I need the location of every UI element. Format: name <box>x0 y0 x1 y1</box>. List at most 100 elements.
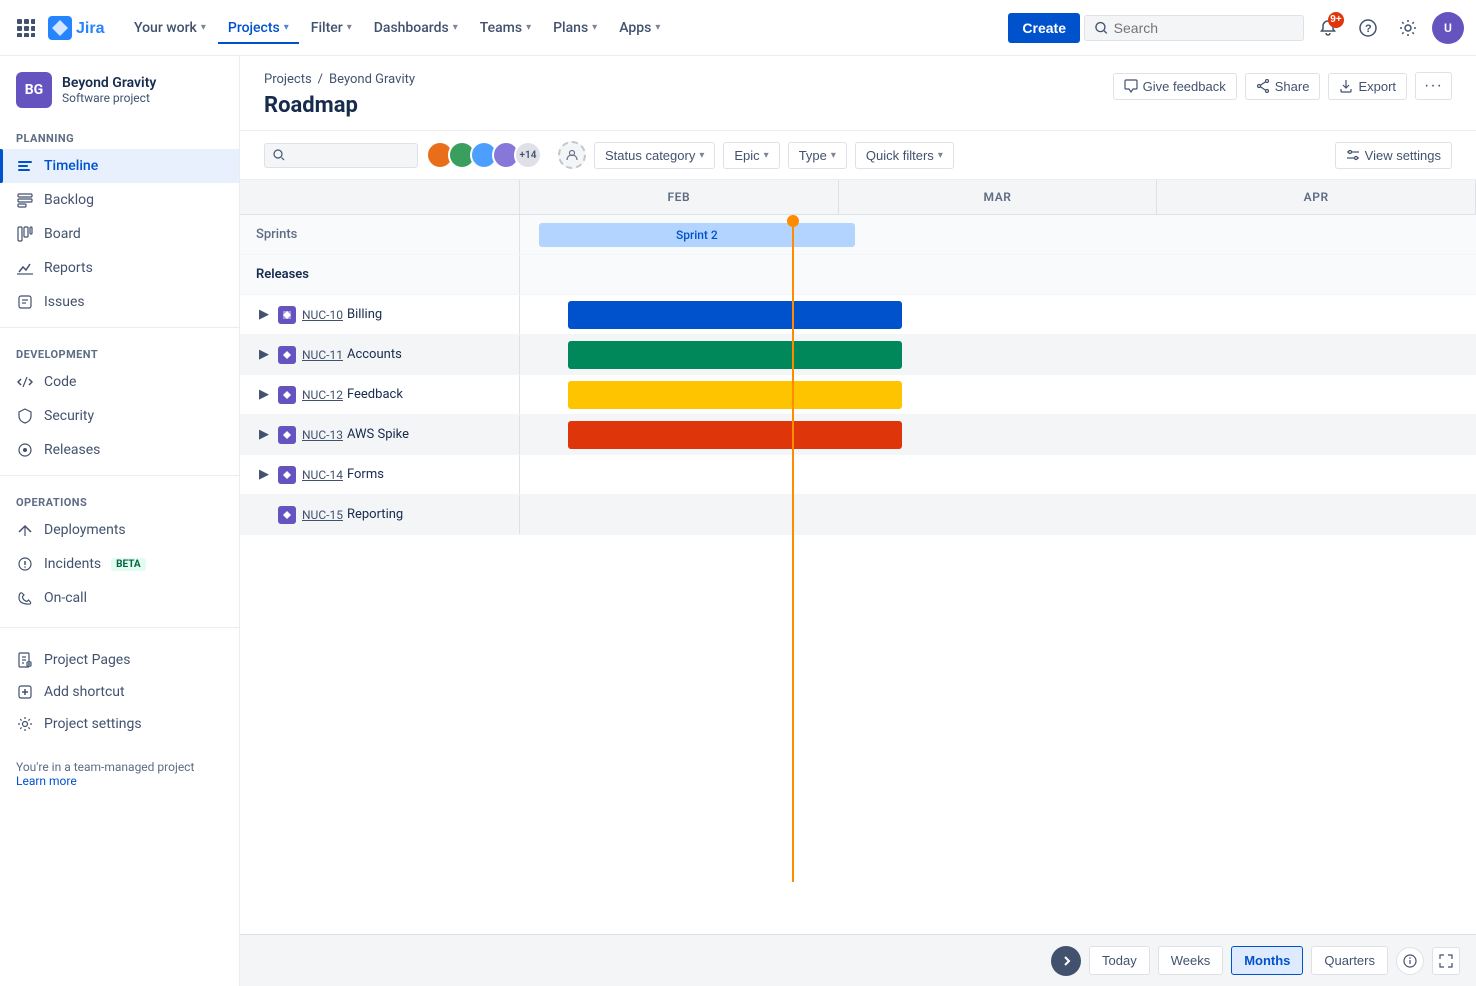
sidebar-item-project-pages[interactable]: Project Pages <box>0 644 239 676</box>
jira-logo[interactable]: Jira <box>48 16 108 40</box>
top-navigation: Jira Your work ▾ Projects ▾ Filter ▾ Das… <box>0 0 1476 56</box>
share-button[interactable]: Share <box>1245 73 1321 100</box>
sidebar-item-board[interactable]: Board <box>0 217 239 251</box>
chevron-down-icon: ▾ <box>764 150 769 161</box>
gantt-bar[interactable] <box>568 341 903 369</box>
sidebar-item-oncall[interactable]: On-call <box>0 581 239 615</box>
months-button[interactable]: Months <box>1231 946 1303 975</box>
project-icon: BG <box>16 72 52 108</box>
breadcrumb-beyond-gravity[interactable]: Beyond Gravity <box>329 72 415 87</box>
nav-prev-button[interactable] <box>1051 946 1081 976</box>
gantt-bar[interactable] <box>568 301 903 329</box>
issue-id[interactable]: NUC-14 <box>302 468 343 482</box>
issue-id[interactable]: NUC-12 <box>302 388 343 402</box>
roadmap-search[interactable] <box>264 143 418 168</box>
sidebar-item-deployments[interactable]: Deployments <box>0 513 239 547</box>
chevron-down-icon: ▾ <box>201 22 206 33</box>
sidebar-item-add-shortcut[interactable]: Add shortcut <box>0 676 239 708</box>
status-category-filter[interactable]: Status category ▾ <box>594 142 715 169</box>
chevron-down-icon: ▾ <box>526 22 531 33</box>
project-header: BG Beyond Gravity Software project <box>0 56 239 120</box>
add-assignee-button[interactable] <box>558 141 586 169</box>
expand-button[interactable]: ▶ <box>256 427 272 443</box>
quick-filters[interactable]: Quick filters ▾ <box>855 142 954 169</box>
nav-plans[interactable]: Plans ▾ <box>543 14 607 42</box>
releases-content <box>520 255 1476 294</box>
releases-label: Releases <box>240 255 520 294</box>
export-icon <box>1339 79 1353 93</box>
expand-button[interactable]: ▶ <box>256 387 272 403</box>
epic-filter[interactable]: Epic ▾ <box>723 142 779 169</box>
table-row: ▶ NUC-15 Reporting <box>240 495 1476 535</box>
create-button[interactable]: Create <box>1008 13 1080 43</box>
help-icon: ? <box>1359 19 1377 37</box>
sidebar-item-reports[interactable]: Reports <box>0 251 239 285</box>
sidebar-item-backlog[interactable]: Backlog <box>0 183 239 217</box>
roadmap-area: FEB MAR APR Sprints Sprint 2 <box>240 180 1476 986</box>
weeks-button[interactable]: Weeks <box>1158 946 1224 975</box>
issue-label: ▶ NUC-14 Forms <box>240 455 520 494</box>
quarters-button[interactable]: Quarters <box>1311 946 1388 975</box>
expand-button[interactable]: ▶ <box>256 347 272 363</box>
nav-apps[interactable]: Apps ▾ <box>609 14 670 42</box>
issue-id[interactable]: NUC-15 <box>302 508 343 522</box>
settings-button[interactable] <box>1392 12 1424 44</box>
main-layout: BG Beyond Gravity Software project PLANN… <box>0 56 1476 986</box>
sidebar-item-project-settings[interactable]: Project settings <box>0 708 239 740</box>
expand-button[interactable]: ▶ <box>256 307 272 323</box>
today-button[interactable]: Today <box>1089 946 1150 975</box>
export-button[interactable]: Export <box>1328 73 1407 100</box>
timeline-icon <box>16 157 34 175</box>
grid-menu-icon[interactable] <box>12 14 40 42</box>
more-actions-button[interactable]: ··· <box>1415 72 1452 100</box>
search-box[interactable] <box>1084 15 1304 41</box>
content-actions: Give feedback Share Export ··· <box>1113 72 1452 100</box>
nav-dashboards[interactable]: Dashboards ▾ <box>364 14 468 42</box>
issue-id[interactable]: NUC-13 <box>302 428 343 442</box>
issue-id[interactable]: NUC-10 <box>302 308 343 322</box>
sidebar-item-releases[interactable]: Releases <box>0 433 239 467</box>
month-feb: FEB <box>520 180 839 214</box>
help-button[interactable]: ? <box>1352 12 1384 44</box>
sidebar-item-label: Code <box>44 374 76 390</box>
gantt-bar[interactable] <box>568 381 903 409</box>
give-feedback-button[interactable]: Give feedback <box>1113 73 1237 100</box>
sidebar-item-incidents[interactable]: Incidents BETA <box>0 547 239 581</box>
breadcrumb-projects[interactable]: Projects <box>264 72 312 87</box>
user-avatar[interactable]: U <box>1432 12 1464 44</box>
nav-your-work[interactable]: Your work ▾ <box>124 14 216 42</box>
sidebar-item-code[interactable]: Code <box>0 365 239 399</box>
issues-icon <box>16 293 34 311</box>
issue-label: ▶ NUC-12 Feedback <box>240 375 520 414</box>
chevron-down-icon: ▾ <box>655 22 660 33</box>
sidebar-item-label: On-call <box>44 590 87 606</box>
roadmap-left-header <box>240 180 520 214</box>
issue-bar-area <box>520 335 1476 374</box>
learn-more-link[interactable]: Learn more <box>16 774 77 788</box>
fullscreen-button[interactable] <box>1432 947 1460 975</box>
type-filter[interactable]: Type ▾ <box>788 142 847 169</box>
sidebar-item-label: Incidents <box>44 556 101 572</box>
feedback-icon <box>1124 79 1138 93</box>
expand-button[interactable]: ▶ <box>256 467 272 483</box>
toolbar: +14 Status category ▾ Epic ▾ Type ▾ <box>240 131 1476 180</box>
issue-id[interactable]: NUC-11 <box>302 348 343 362</box>
notifications-button[interactable]: 9+ <box>1312 12 1344 44</box>
gantt-bar[interactable] <box>568 421 903 449</box>
sidebar-divider-2 <box>0 475 239 476</box>
roadmap-search-input[interactable] <box>289 148 409 163</box>
chevron-down-icon: ▾ <box>592 22 597 33</box>
info-button[interactable] <box>1396 947 1424 975</box>
issue-icon <box>278 306 296 324</box>
issue-title: Billing <box>347 307 382 322</box>
issue-label: ▶ NUC-15 Reporting <box>240 495 520 534</box>
sprint-bar[interactable]: Sprint 2 <box>539 223 854 247</box>
nav-teams[interactable]: Teams ▾ <box>470 14 541 42</box>
nav-filter[interactable]: Filter ▾ <box>301 14 362 42</box>
view-settings-button[interactable]: View settings <box>1335 142 1452 169</box>
search-input[interactable] <box>1114 20 1293 36</box>
nav-projects[interactable]: Projects ▾ <box>218 14 299 44</box>
sidebar-item-security[interactable]: Security <box>0 399 239 433</box>
sidebar-item-issues[interactable]: Issues <box>0 285 239 319</box>
sidebar-item-timeline[interactable]: Timeline <box>0 149 239 183</box>
